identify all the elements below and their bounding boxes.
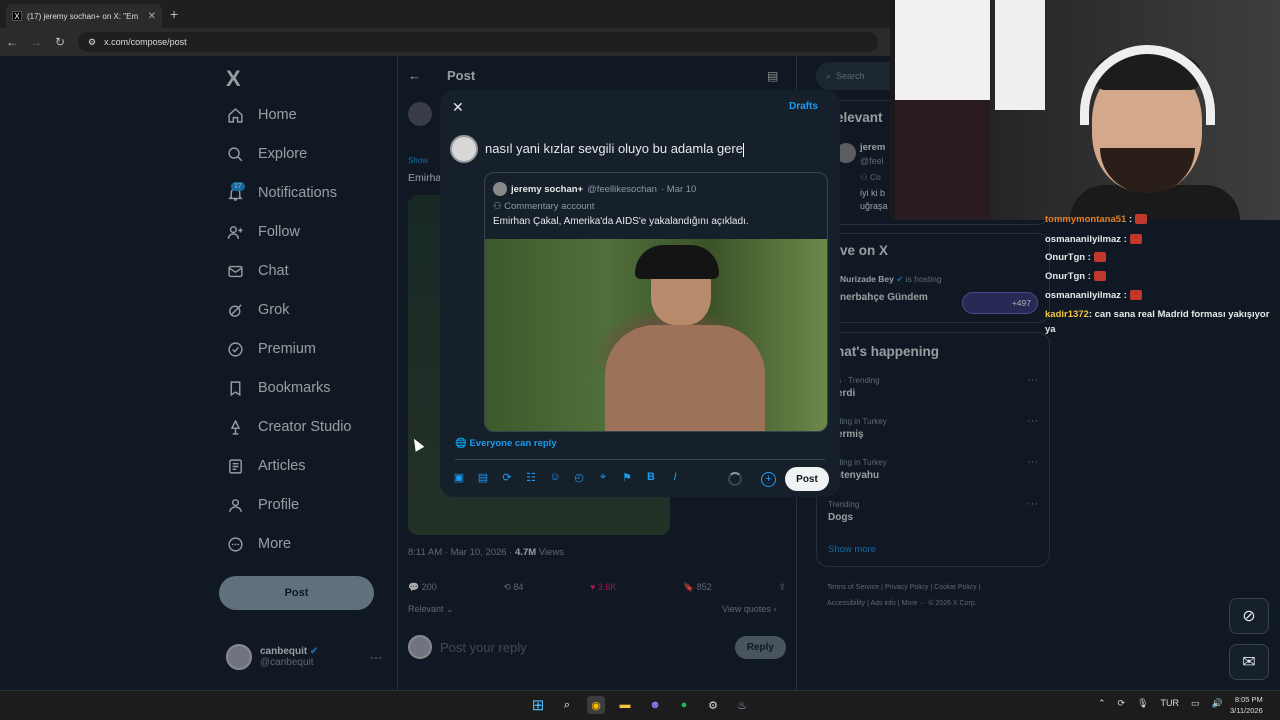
emoji-icon[interactable]: ☺ (548, 471, 562, 484)
compose-text: nasıl yani kızlar sevgili oluyo bu adaml… (485, 141, 743, 156)
chat-user: OnurTgn (1045, 252, 1086, 263)
reply-setting-label: Everyone can reply (469, 438, 557, 449)
chat-line: osmananilyilmaz : (1045, 290, 1142, 301)
quote-author-handle: @feellikesochan (587, 183, 657, 195)
chat-msg: : (1087, 271, 1091, 282)
italic-icon[interactable]: I (668, 471, 682, 484)
add-post-icon[interactable]: + (761, 472, 776, 487)
steam-icon[interactable]: ♨ (733, 696, 751, 714)
url-input[interactable]: ⚙ x.com/compose/post (78, 32, 878, 52)
mail-icon: ✉ (1242, 654, 1256, 671)
photo-cap (635, 245, 719, 279)
compose-textarea[interactable]: nasıl yani kızlar sevgili oluyo bu adaml… (485, 141, 744, 157)
chat-line: OnurTgn : (1045, 252, 1106, 263)
file-explorer-icon[interactable]: ▬ (616, 696, 634, 714)
schedule-icon[interactable]: ◴ (572, 471, 586, 484)
quote-author-name: jeremy sochan+ (511, 183, 584, 195)
location-icon[interactable]: ⌖ (596, 471, 610, 484)
emote-icon (1129, 290, 1142, 301)
grok-icon[interactable]: ⟳ (500, 471, 514, 484)
monitor-icon[interactable]: ▭ (1191, 698, 1200, 709)
tab-title: (17) jeremy sochan+ on X: "Em (27, 11, 139, 21)
forward-arrow-icon[interactable]: → (24, 35, 48, 49)
stream-chat: tommymontana51 : osmananilyilmaz : OnurT… (1040, 212, 1280, 342)
url-text: x.com/compose/post (104, 37, 187, 47)
grok-icon: ⊘ (1242, 608, 1256, 625)
chat-line: ya (1045, 324, 1056, 335)
bold-icon[interactable]: B (644, 471, 658, 484)
back-arrow-icon[interactable]: ← (0, 35, 24, 49)
photo-torso (605, 325, 765, 431)
chat-msg: : (1128, 214, 1133, 225)
webcam-wall-poster (895, 0, 990, 100)
clock-time: 8:05 PM (1234, 695, 1263, 704)
language-indicator[interactable]: TUR (1161, 698, 1180, 709)
messages-float-button[interactable]: ✉ (1229, 644, 1269, 680)
grok-float-button[interactable]: ⊘ (1229, 598, 1269, 634)
chat-msg: : (1123, 234, 1127, 245)
system-tray: ⌃ ⟳ 🎙 TUR ▭ 🔊 (1098, 698, 1223, 709)
chat-line: OnurTgn : (1045, 271, 1106, 282)
char-count-ring-icon (728, 472, 742, 486)
chevron-up-icon[interactable]: ⌃ (1098, 698, 1106, 709)
browser-tab[interactable]: X (17) jeremy sochan+ on X: "Em ✕ (6, 4, 162, 28)
chat-line: kadir1372: can sana real Madrid forması … (1045, 309, 1269, 320)
chat-line: tommymontana51 : (1045, 214, 1148, 225)
post-button[interactable]: Post (785, 467, 829, 491)
windows-start-icon[interactable]: ⊞ (529, 696, 547, 714)
quote-photo (485, 239, 827, 431)
discord-icon[interactable]: ☻ (646, 696, 664, 714)
chat-user: OnurTgn (1045, 271, 1086, 282)
flag-icon[interactable]: ⚑ (620, 471, 634, 484)
network-icon[interactable]: ⟳ (1118, 698, 1126, 709)
text-caret (742, 142, 744, 157)
emote-icon (1129, 234, 1142, 245)
chat-msg: : can sana real Madrid forması yakışıyor (1088, 309, 1270, 320)
quote-label: ⚇ Commentary account (493, 201, 595, 212)
webcam-wall-frame (895, 100, 990, 220)
volume-icon[interactable]: 🔊 (1212, 698, 1223, 709)
image-icon[interactable]: ▣ (452, 471, 466, 484)
compose-toolbar: ▣ ▤ ⟳ ☷ ☺ ◴ ⌖ ⚑ B I (452, 471, 682, 484)
site-info-icon[interactable]: ⚙ (88, 37, 96, 48)
poll-icon[interactable]: ☷ (524, 471, 538, 484)
app-icon[interactable]: ⚙ (704, 696, 722, 714)
microphone-icon[interactable]: 🎙 (1137, 698, 1148, 709)
chat-msg: : (1087, 252, 1091, 263)
quoted-post[interactable]: jeremy sochan+ @feellikesochan · Mar 10 … (484, 172, 828, 432)
search-icon[interactable]: ⌕ (558, 696, 576, 714)
gif-icon[interactable]: ▤ (476, 471, 490, 484)
new-tab-icon[interactable]: + (170, 6, 178, 22)
drafts-button[interactable]: Drafts (789, 101, 818, 112)
taskbar-clock[interactable]: 8:05 PM 3/11/2026 (1230, 694, 1263, 716)
chat-msg: : (1123, 290, 1127, 301)
reply-setting-button[interactable]: 🌐 Everyone can reply (455, 438, 557, 449)
clock-date: 3/11/2026 (1230, 706, 1263, 715)
x-favicon-icon: X (12, 11, 22, 21)
chat-msg: ya (1045, 324, 1056, 335)
windows-taskbar (0, 690, 1280, 720)
chat-user: kadir1372 (1045, 309, 1089, 320)
emote-icon (1093, 271, 1106, 282)
avatar (450, 135, 478, 163)
reload-icon[interactable]: ↻ (48, 35, 72, 49)
emote-icon (1093, 252, 1106, 263)
quote-text: Emirhan Çakal, Amerika'da AIDS'e yakalan… (493, 216, 749, 227)
quote-date: · Mar 10 (660, 183, 697, 195)
webcam-wall-picture (995, 0, 1045, 110)
close-icon[interactable]: ✕ (452, 99, 464, 116)
avatar (493, 182, 507, 196)
emote-icon (1135, 214, 1148, 225)
chrome-icon[interactable]: ◉ (587, 696, 605, 714)
commentary-label: Commentary account (504, 201, 595, 212)
chat-user: osmananilyilmaz (1045, 290, 1122, 301)
chat-user: osmananilyilmaz (1045, 234, 1122, 245)
tab-close-icon[interactable]: ✕ (148, 11, 156, 22)
spotify-icon[interactable]: ● (675, 696, 693, 714)
chat-line: osmananilyilmaz : (1045, 234, 1142, 245)
divider (455, 459, 825, 460)
quote-header: jeremy sochan+ @feellikesochan · Mar 10 (493, 182, 696, 196)
chat-user: tommymontana51 (1045, 214, 1127, 225)
